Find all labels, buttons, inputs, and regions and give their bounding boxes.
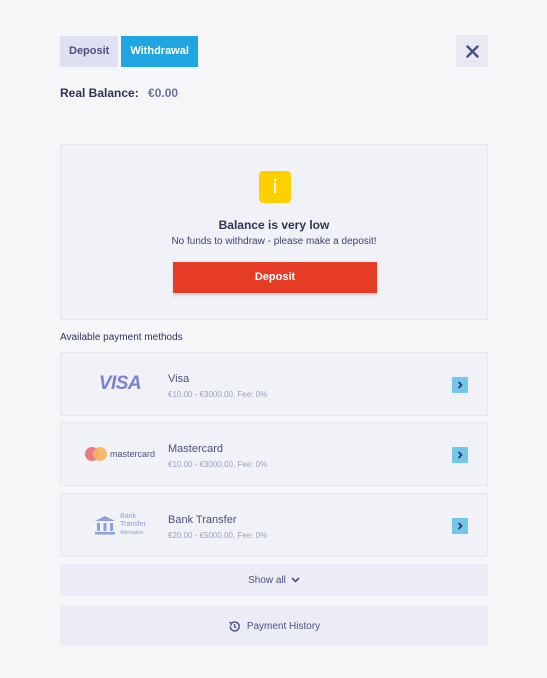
payment-methods-heading: Available payment methods xyxy=(60,332,183,343)
visa-logo: VISA xyxy=(98,373,142,394)
info-icon: i xyxy=(259,171,291,203)
bank-transfer-logo: Bank Transfer Alternative xyxy=(75,494,165,556)
close-icon xyxy=(465,44,479,58)
mastercard-logo: mastercard xyxy=(75,423,165,485)
alert-subtitle: No funds to withdraw - please make a dep… xyxy=(171,236,377,247)
chevron-right-icon[interactable] xyxy=(452,447,468,463)
payment-method-fee: €20.00 - €5000.00, Fee: 0% xyxy=(168,531,268,540)
balance-row: Real Balance: €0.00 xyxy=(60,86,178,100)
history-icon xyxy=(228,620,240,632)
tab-bar: Deposit Withdrawal xyxy=(60,36,198,67)
chevron-down-icon xyxy=(291,577,300,583)
alert-title: Balance is very low xyxy=(218,218,330,232)
close-button[interactable] xyxy=(456,35,488,67)
low-balance-alert: i Balance is very low No funds to withdr… xyxy=(60,144,488,320)
payment-method-mastercard[interactable]: mastercard Mastercard €10.00 - €3000.00,… xyxy=(60,422,488,486)
payment-history-button[interactable]: Payment History xyxy=(60,606,488,646)
payment-method-name: Bank Transfer xyxy=(168,514,237,526)
payment-method-name: Mastercard xyxy=(168,443,224,455)
payment-method-visa[interactable]: VISA Visa €10.00 - €3000.00, Fee: 0% xyxy=(60,352,488,416)
payment-history-label: Payment History xyxy=(246,620,321,632)
payment-method-fee: €10.00 - €3000.00, Fee: 0% xyxy=(168,390,268,399)
chevron-right-icon[interactable] xyxy=(452,518,468,534)
tab-deposit[interactable]: Deposit xyxy=(60,36,119,67)
tab-withdrawal[interactable]: Withdrawal xyxy=(121,36,198,67)
balance-value: €0.00 xyxy=(148,86,179,100)
mastercard-circles-icon xyxy=(84,447,107,461)
deposit-button[interactable]: Deposit xyxy=(173,262,377,293)
payment-method-bank-transfer[interactable]: Bank Transfer Alternative Bank Transfer … xyxy=(60,493,488,557)
show-all-label: Show all xyxy=(248,574,286,586)
chevron-right-icon[interactable] xyxy=(452,377,468,393)
payment-method-fee: €10.00 - €3000.00, Fee: 0% xyxy=(168,460,268,469)
bank-icon xyxy=(95,516,116,535)
balance-label: Real Balance: xyxy=(60,86,139,100)
show-all-button[interactable]: Show all xyxy=(60,564,488,596)
payment-method-name: Visa xyxy=(168,373,190,385)
